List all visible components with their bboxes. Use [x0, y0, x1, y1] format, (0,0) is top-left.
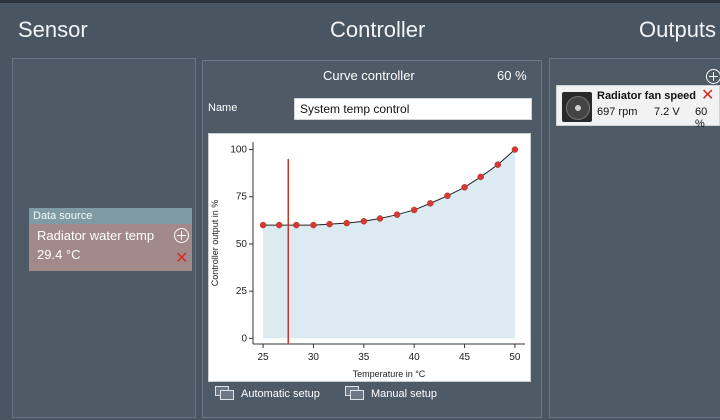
curve-chart[interactable]: 0 25 50 75 100 25 30 35 40 45 50 Temperature in °C C…	[208, 133, 531, 382]
x-tick-label: 25	[258, 352, 270, 363]
window-icon	[345, 386, 365, 401]
x-axis-label: Temperature in °C	[353, 369, 426, 379]
automatic-setup-label: Automatic setup	[241, 387, 320, 400]
output-rpm: 697 rpm	[597, 106, 638, 118]
automatic-setup-button[interactable]: Automatic setup	[215, 386, 320, 401]
y-tick-label: 75	[236, 192, 248, 203]
output-card[interactable]: Radiator fan speed 697 rpm 7.2 V 60 % ✕	[556, 85, 720, 130]
controller-percent: 60 %	[497, 68, 527, 83]
x-tick-label: 45	[459, 352, 471, 363]
curve-point	[360, 218, 368, 225]
output-percent: 60 %	[695, 106, 708, 130]
curve-point	[310, 221, 317, 229]
x-tick-label: 50	[509, 352, 521, 363]
x-tick-label: 35	[358, 352, 370, 363]
curve-point	[494, 161, 502, 168]
window-icon	[215, 386, 235, 401]
x-tick-label: 40	[409, 352, 421, 363]
curve-chart-svg[interactable]: 0 25 50 75 100 25 30 35 40 45 50 Temperature in °C C…	[209, 134, 532, 383]
curve-point	[376, 215, 384, 222]
controller-type-label: Curve controller	[323, 68, 415, 83]
curve-area	[263, 149, 515, 339]
remove-x-icon[interactable]: ✕	[175, 251, 188, 267]
y-tick-label: 25	[236, 286, 248, 297]
curve-point	[259, 221, 267, 229]
sensor-section-title: Sensor	[18, 17, 88, 42]
curve-point	[326, 220, 333, 228]
outputs-section-title: Outputs	[639, 17, 717, 42]
manual-setup-label: Manual setup	[371, 387, 438, 400]
curve-point	[410, 206, 418, 214]
x-tick-label: 30	[308, 352, 320, 363]
name-label: Name	[208, 102, 238, 114]
curve-point	[343, 219, 350, 227]
output-voltage: 7.2 V	[654, 106, 680, 118]
app-window: Sensor Controller Outputs Data source Ra…	[0, 0, 720, 420]
data-source-header: Data source	[29, 208, 192, 224]
y-tick-label: 0	[241, 333, 247, 344]
curve-point	[393, 211, 401, 218]
remove-output-x-icon[interactable]: ✕	[701, 88, 714, 104]
add-output-plus-icon[interactable]	[706, 69, 720, 84]
fan-icon	[562, 92, 592, 122]
curve-point	[427, 200, 434, 207]
curve-point	[444, 192, 451, 200]
add-plus-icon[interactable]	[174, 228, 189, 243]
y-tick-label: 50	[236, 239, 248, 250]
manual-setup-button[interactable]: Manual setup	[345, 386, 437, 401]
output-name: Radiator fan speed	[597, 90, 697, 102]
controller-name-input[interactable]	[294, 98, 532, 120]
curve-point	[293, 221, 300, 229]
curve-point	[477, 173, 484, 181]
y-tick-label: 100	[230, 145, 247, 156]
data-source-name: Radiator water temp	[37, 228, 155, 243]
curve-point	[461, 184, 468, 191]
controller-section-title: Controller	[330, 17, 426, 42]
data-source-body[interactable]: Radiator water temp 29.4 °C ✕	[29, 224, 192, 271]
y-axis-label: Controller output in %	[210, 200, 220, 287]
data-source-value: 29.4 °C	[37, 247, 81, 262]
curve-point	[275, 221, 283, 229]
data-source-card[interactable]: Data source Radiator water temp 29.4 °C …	[29, 208, 192, 271]
curve-point	[511, 146, 519, 153]
